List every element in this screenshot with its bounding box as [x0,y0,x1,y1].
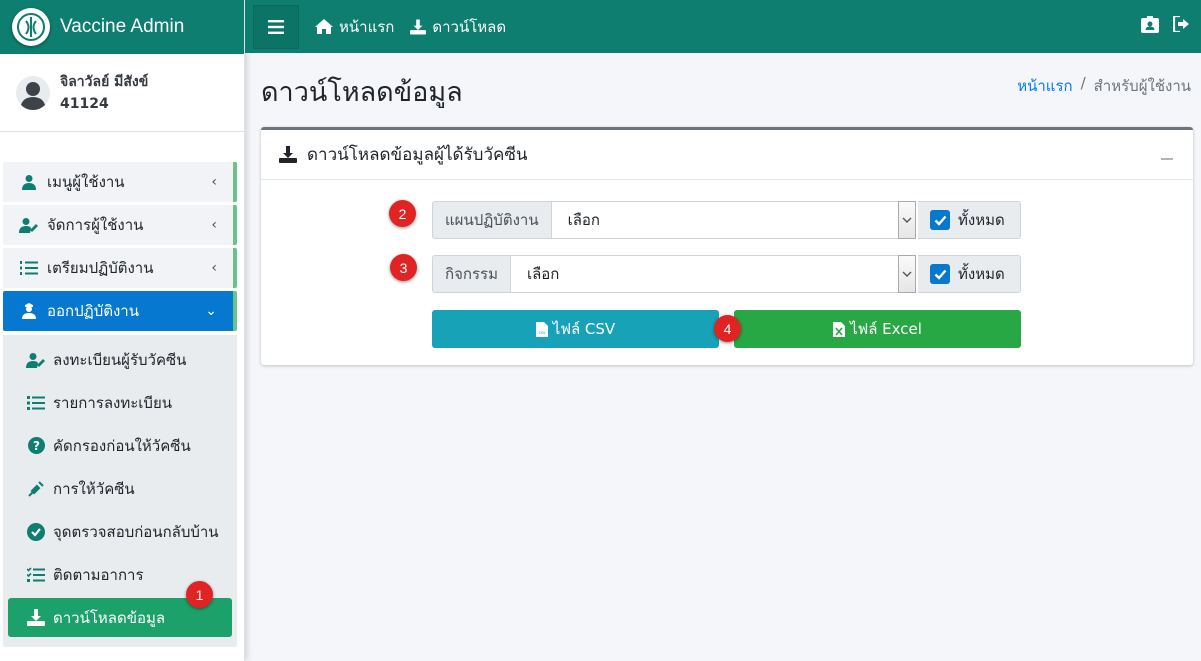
nav-home-label: หน้าแรก [339,17,395,36]
sidebar-item-user-menu[interactable]: เมนูผู้ใช้งาน ‹ [3,162,237,202]
sidebar-subitem-registration-list[interactable]: รายการลงทะเบียน [3,381,237,424]
step-marker-1: 1 [186,581,213,608]
plan-all-label: ทั้งหมด [958,211,1005,229]
download-csv-label: ไฟล์ CSV [552,320,616,338]
brand[interactable]: Vaccine Admin [0,0,244,54]
sidebar-item-label: เมนูผู้ใช้งาน [47,173,125,191]
brand-logo [12,8,50,46]
activity-select-value: เลือก [526,265,560,283]
step-marker-4: 4 [714,315,741,342]
breadcrumb-current: สำหรับผู้ใช้งาน [1093,77,1191,95]
file-csv-icon: csv [535,321,548,337]
tasks-icon [25,566,47,583]
sidebar-item-label: เตรียมปฏิบัติงาน [47,259,154,277]
user-icon [19,174,39,190]
sidebar-subitem-register[interactable]: ลงทะเบียนผู้รับวัคซีน [3,338,237,381]
user-name: จิลาวัลย์ มีสังข์ [60,73,149,90]
plan-all-checkbox[interactable] [930,210,950,230]
sidebar-subitem-label: การให้วัคซีน [53,479,135,498]
sidebar-subitem-label: ลงทะเบียนผู้รับวัคซีน [53,350,187,369]
card-title: ดาวน์โหลดข้อมูลผู้ได้รับวัคซีน [307,145,528,165]
user-edit-icon [25,352,47,368]
download-icon [410,18,427,35]
avatar [16,75,50,110]
activity-all-checkbox[interactable] [930,264,950,284]
nav-download-link[interactable]: ดาวน์โหลด [410,15,506,39]
sidebar-subitem-label: ดาวน์โหลดข้อมูล [53,608,166,627]
user-edit-icon [19,217,39,233]
svg-text:?: ? [33,439,40,453]
plan-select-value: เลือก [567,211,600,229]
file-excel-icon [833,321,846,337]
sidebar-item-prepare-work[interactable]: เตรียมปฏิบัติงาน ‹ [3,248,237,288]
sidebar-subitem-label: ติดตามอาการ [53,565,144,584]
user-panel[interactable]: จิลาวัลย์ มีสังข์ 41124 [0,54,244,132]
chevron-left-icon: ‹ [211,174,217,190]
svg-text:csv: csv [538,330,545,335]
plan-all-checkbox-group[interactable]: ทั้งหมด [918,201,1021,239]
download-icon [25,609,47,626]
sidebar-item-label: จัดการผู้ใช้งาน [47,216,144,234]
activity-all-checkbox-group[interactable]: ทั้งหมด [918,255,1021,293]
brand-title: Vaccine Admin [60,16,185,37]
syringe-icon [25,480,47,498]
page-title: ดาวน์โหลดข้อมูล [261,77,463,108]
sidebar-item-go-work[interactable]: ออกปฏิบัติงาน ⌄ [3,291,237,331]
nav-download-label: ดาวน์โหลด [432,17,507,36]
list-icon [25,395,47,411]
plan-select[interactable]: เลือก [550,201,916,239]
user-nurse-icon [19,303,39,319]
chevron-down-icon[interactable] [898,255,916,293]
check-circle-icon [25,522,47,541]
sidebar-subitem-label: จุดตรวจสอบก่อนกลับบ้าน [53,522,219,541]
plan-label: แผนปฏิบัติงาน [432,201,551,239]
chevron-down-icon: ⌄ [205,303,217,319]
step-marker-3: 3 [390,254,417,281]
plan-input-group: แผนปฏิบัติงาน เลือก ทั้งหมด [432,201,1021,239]
sidebar-item-label: ออกปฏิบัติงาน [47,302,139,320]
home-icon [315,19,333,34]
sidebar-subitem-checkpoint[interactable]: จุดตรวจสอบก่อนกลับบ้าน [3,510,237,553]
download-excel-label: ไฟล์ Excel [850,320,922,338]
sign-out-icon[interactable] [1172,14,1191,37]
collapse-button[interactable] [1161,158,1173,160]
top-navbar: หน้าแรก ดาวน์โหลด [245,0,1201,53]
sidebar-nav: เมนูผู้ใช้งาน ‹ จัดการผู้ใช้งาน ‹ เตรียม… [3,162,237,334]
activity-select[interactable]: เลือก [509,255,916,293]
sidebar-subitem-screening[interactable]: ? คัดกรองก่อนให้วัคซีน [3,424,237,467]
sidebar-subitem-label: คัดกรองก่อนให้วัคซีน [53,436,191,455]
breadcrumb-separator: / [1080,74,1086,92]
list-ol-icon [19,260,39,276]
breadcrumb: หน้าแรก / สำหรับผู้ใช้งาน [1017,74,1191,98]
download-excel-button[interactable]: ไฟล์ Excel [734,310,1021,348]
download-card: ดาวน์โหลดข้อมูลผู้ได้รับวัคซีน แผนปฏิบัต… [261,127,1193,365]
chevron-down-icon[interactable] [898,201,916,239]
menu-toggle-button[interactable] [253,4,299,49]
sidebar: Vaccine Admin จิลาวัลย์ มีสังข์ 41124 เม… [0,0,245,661]
activity-input-group: กิจกรรม เลือก ทั้งหมด [432,255,1021,293]
download-icon [279,146,297,163]
chevron-left-icon: ‹ [211,217,217,233]
step-marker-2: 2 [389,200,416,227]
question-circle-icon: ? [25,437,47,454]
chevron-left-icon: ‹ [211,260,217,276]
download-csv-button[interactable]: csv ไฟล์ CSV [432,310,719,348]
sidebar-subitem-label: รายการลงทะเบียน [53,393,172,412]
id-badge-icon[interactable] [1141,16,1159,37]
card-header: ดาวน์โหลดข้อมูลผู้ได้รับวัคซีน [261,130,1193,180]
breadcrumb-home-link[interactable]: หน้าแรก [1017,74,1072,98]
activity-label: กิจกรรม [432,255,510,293]
activity-all-label: ทั้งหมด [958,265,1005,283]
nav-home-link[interactable]: หน้าแรก [315,15,394,39]
sidebar-subitem-vaccination[interactable]: การให้วัคซีน [3,467,237,510]
user-id: 41124 [60,95,109,112]
sidebar-item-manage-users[interactable]: จัดการผู้ใช้งาน ‹ [3,205,237,245]
bars-icon [268,19,284,34]
